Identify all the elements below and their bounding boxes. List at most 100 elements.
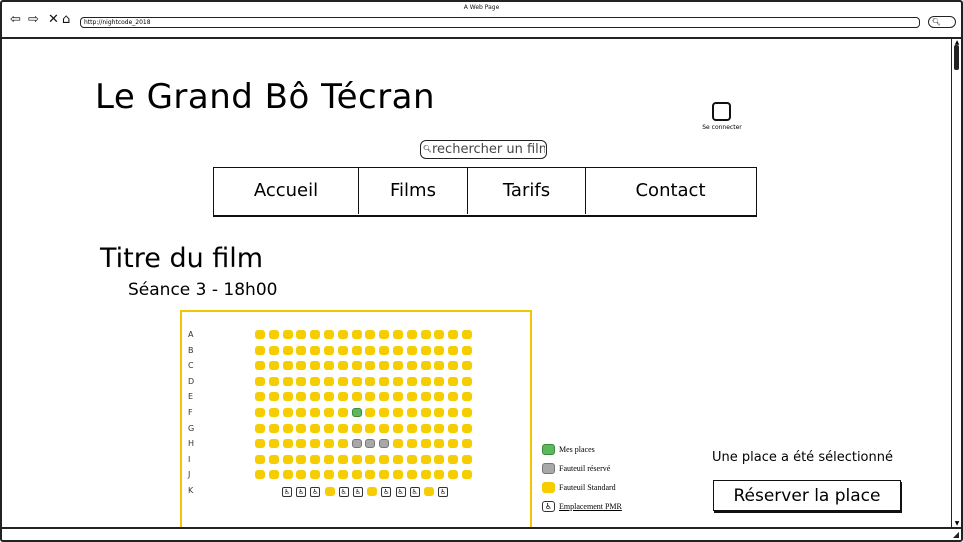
seat-standard[interactable] — [324, 361, 334, 371]
seat-standard[interactable] — [337, 470, 348, 480]
seat-standard[interactable] — [462, 345, 472, 355]
login-checkbox[interactable] — [712, 102, 731, 121]
seat-standard[interactable] — [462, 454, 472, 464]
vertical-scrollbar[interactable]: ▲ ▼ — [951, 39, 961, 527]
seat-standard[interactable] — [462, 392, 472, 402]
seat-standard[interactable] — [448, 392, 459, 402]
seat-standard[interactable] — [324, 439, 334, 449]
seat-standard[interactable] — [324, 454, 334, 464]
seat-standard[interactable] — [448, 439, 459, 449]
seat-standard[interactable] — [268, 423, 279, 433]
seat-standard[interactable] — [379, 330, 390, 339]
seat-standard[interactable] — [310, 423, 321, 433]
seat-standard[interactable] — [406, 408, 417, 417]
seat-standard[interactable] — [406, 345, 417, 355]
pmr-seat-wheelchair-icon[interactable]: ♿ — [409, 487, 420, 497]
seat-standard[interactable] — [365, 423, 376, 433]
seat-standard[interactable] — [255, 376, 265, 386]
nav-item-contact[interactable]: Contact — [586, 168, 755, 214]
seat-standard[interactable] — [310, 439, 321, 449]
home-icon[interactable]: ⌂ — [62, 13, 70, 27]
seat-standard[interactable] — [365, 330, 376, 339]
seat-standard[interactable] — [310, 361, 321, 371]
seat-standard[interactable] — [351, 454, 362, 464]
forward-arrow-icon[interactable]: ⇨ — [28, 13, 39, 27]
film-search-input[interactable] — [432, 142, 545, 157]
seat-standard[interactable] — [337, 454, 348, 464]
back-arrow-icon[interactable]: ⇦ — [10, 13, 21, 27]
seat-standard[interactable] — [420, 392, 431, 402]
seat-standard[interactable] — [351, 376, 362, 386]
seat-standard[interactable] — [420, 361, 431, 371]
seat-standard[interactable] — [282, 345, 293, 355]
pmr-seat-wheelchair-icon[interactable]: ♿ — [438, 487, 449, 497]
seat-standard[interactable] — [310, 376, 321, 386]
seat-standard[interactable] — [296, 439, 307, 449]
seat-standard[interactable] — [351, 361, 362, 371]
seat-standard[interactable] — [393, 408, 403, 417]
seat-standard[interactable] — [255, 392, 265, 402]
seat-standard[interactable] — [420, 454, 431, 464]
pmr-seat-wheelchair-icon[interactable]: ♿ — [310, 487, 321, 497]
seat-standard[interactable] — [296, 408, 307, 417]
scroll-down-icon[interactable]: ▼ — [952, 520, 961, 527]
seat-standard[interactable] — [310, 392, 321, 402]
seat-standard[interactable] — [255, 470, 265, 480]
nav-item-films[interactable]: Films — [359, 168, 468, 214]
seat-standard[interactable] — [448, 345, 459, 355]
seat-standard[interactable] — [351, 345, 362, 355]
seat-standard[interactable] — [420, 423, 431, 433]
seat-standard[interactable] — [268, 470, 279, 480]
seat-standard[interactable] — [406, 376, 417, 386]
seat-standard[interactable] — [448, 470, 459, 480]
seat-standard[interactable] — [406, 392, 417, 402]
seat-standard[interactable] — [296, 470, 307, 480]
seat-standard[interactable] — [448, 408, 459, 417]
pmr-seat-wheelchair-icon[interactable]: ♿ — [381, 487, 392, 497]
seat-standard[interactable] — [268, 439, 279, 449]
seat-standard[interactable] — [379, 470, 390, 480]
seat-standard[interactable] — [462, 361, 472, 371]
seat-standard[interactable] — [462, 376, 472, 386]
seat-standard[interactable] — [296, 392, 307, 402]
seat-standard[interactable] — [406, 361, 417, 371]
seat-standard[interactable] — [268, 345, 279, 355]
seat-standard[interactable] — [282, 454, 293, 464]
seat-standard[interactable] — [324, 392, 334, 402]
seat-standard[interactable] — [434, 376, 445, 386]
seat-standard[interactable] — [324, 487, 335, 496]
seat-standard[interactable] — [434, 454, 445, 464]
seat-standard[interactable] — [255, 345, 265, 355]
seat-standard[interactable] — [268, 454, 279, 464]
seat-standard[interactable] — [268, 392, 279, 402]
seat-standard[interactable] — [365, 345, 376, 355]
seat-standard[interactable] — [434, 361, 445, 371]
seat-standard[interactable] — [367, 487, 378, 496]
seat-standard[interactable] — [337, 330, 348, 339]
seat-standard[interactable] — [255, 408, 265, 417]
seat-standard[interactable] — [393, 423, 403, 433]
seat-standard[interactable] — [406, 330, 417, 339]
seat-standard[interactable] — [337, 361, 348, 371]
seat-standard[interactable] — [282, 330, 293, 339]
seat-standard[interactable] — [379, 392, 390, 402]
seat-standard[interactable] — [406, 423, 417, 433]
seat-standard[interactable] — [379, 454, 390, 464]
seat-standard[interactable] — [268, 330, 279, 339]
address-bar[interactable]: http://nightcode_2018 — [80, 17, 920, 28]
seat-standard[interactable] — [393, 345, 403, 355]
seat-standard[interactable] — [420, 345, 431, 355]
seat-standard[interactable] — [393, 439, 403, 449]
horizontal-scrollbar[interactable]: ◢ — [2, 527, 961, 540]
seat-standard[interactable] — [393, 454, 403, 464]
seat-standard[interactable] — [324, 345, 334, 355]
seat-standard[interactable] — [337, 345, 348, 355]
seat-standard[interactable] — [365, 454, 376, 464]
seat-standard[interactable] — [296, 345, 307, 355]
seat-standard[interactable] — [351, 470, 362, 480]
seat-standard[interactable] — [351, 330, 362, 339]
pmr-seat-wheelchair-icon[interactable]: ♿ — [282, 487, 292, 497]
seat-standard[interactable] — [365, 392, 376, 402]
seat-standard[interactable] — [255, 439, 265, 449]
seat-standard[interactable] — [296, 330, 307, 339]
